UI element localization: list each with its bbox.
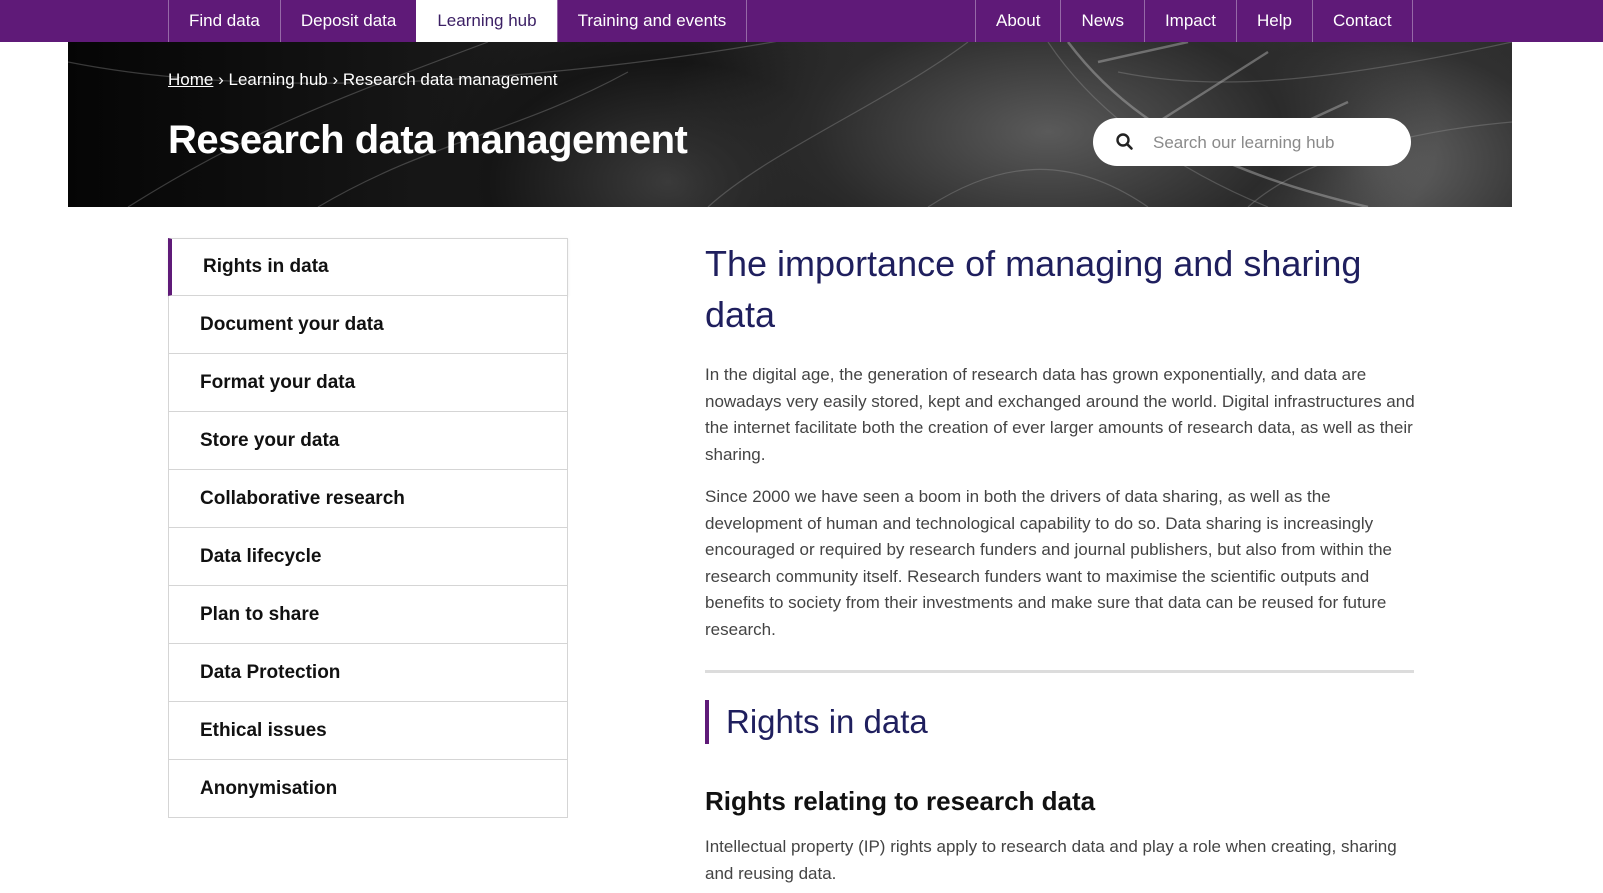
sidebar-item-ethical-issues[interactable]: Ethical issues bbox=[168, 702, 568, 760]
main-content: The importance of managing and sharing d… bbox=[705, 238, 1415, 883]
main-heading: The importance of managing and sharing d… bbox=[705, 243, 1362, 335]
primary-nav: Find data Deposit data Learning hub Trai… bbox=[168, 0, 748, 42]
breadcrumb-home-link[interactable]: Home bbox=[168, 70, 213, 89]
sidebar-item-store-your-data[interactable]: Store your data bbox=[168, 412, 568, 470]
sidebar-nav: Rights in data Document your data Format… bbox=[168, 238, 568, 818]
subheading-rights-relating: Rights relating to research data bbox=[705, 786, 1096, 816]
sidebar-item-collaborative-research[interactable]: Collaborative research bbox=[168, 470, 568, 528]
data-sharing-paragraph: Since 2000 we have seen a boom in both t… bbox=[705, 487, 1393, 639]
sidebar-item-data-lifecycle[interactable]: Data lifecycle bbox=[168, 528, 568, 586]
sidebar-item-plan-to-share[interactable]: Plan to share bbox=[168, 586, 568, 644]
nav-deposit-data[interactable]: Deposit data bbox=[279, 0, 416, 42]
intro-paragraph: In the digital age, the generation of re… bbox=[705, 365, 1415, 464]
nav-about[interactable]: About bbox=[975, 0, 1060, 42]
sidebar-item-rights-in-data[interactable]: Rights in data bbox=[168, 238, 568, 296]
section-divider bbox=[705, 670, 1414, 673]
nav-contact[interactable]: Contact bbox=[1311, 0, 1413, 42]
breadcrumb-current: Research data management bbox=[342, 70, 558, 89]
nav-help[interactable]: Help bbox=[1235, 0, 1312, 42]
secondary-nav: About News Impact Help Contact bbox=[975, 0, 1413, 42]
search-icon[interactable] bbox=[1115, 132, 1135, 152]
page-title: Research data management bbox=[168, 118, 688, 162]
nav-news[interactable]: News bbox=[1060, 0, 1144, 42]
nav-training-and-events[interactable]: Training and events bbox=[556, 0, 748, 42]
nav-impact[interactable]: Impact bbox=[1143, 0, 1236, 42]
breadcrumb: Home › Learning hub › Research data mana… bbox=[168, 70, 557, 90]
nav-learning-hub[interactable]: Learning hub bbox=[416, 0, 557, 42]
breadcrumb-learning-hub: Learning hub bbox=[228, 70, 328, 89]
search-box[interactable] bbox=[1093, 118, 1411, 166]
sidebar-item-document-your-data[interactable]: Document your data bbox=[168, 296, 568, 354]
search-input[interactable] bbox=[1151, 126, 1395, 160]
sidebar-item-anonymisation[interactable]: Anonymisation bbox=[168, 760, 568, 818]
breadcrumb-separator: › bbox=[218, 70, 224, 89]
breadcrumb-separator: › bbox=[332, 70, 339, 89]
section-heading-rights-in-data: Rights in data bbox=[705, 700, 928, 744]
top-navigation: Find data Deposit data Learning hub Trai… bbox=[0, 0, 1603, 42]
sidebar-item-format-your-data[interactable]: Format your data bbox=[168, 354, 568, 412]
nav-find-data[interactable]: Find data bbox=[168, 0, 280, 42]
sidebar-item-data-protection[interactable]: Data Protection bbox=[168, 644, 568, 702]
ip-rights-paragraph: Intellectual property (IP) rights apply … bbox=[705, 837, 1397, 883]
